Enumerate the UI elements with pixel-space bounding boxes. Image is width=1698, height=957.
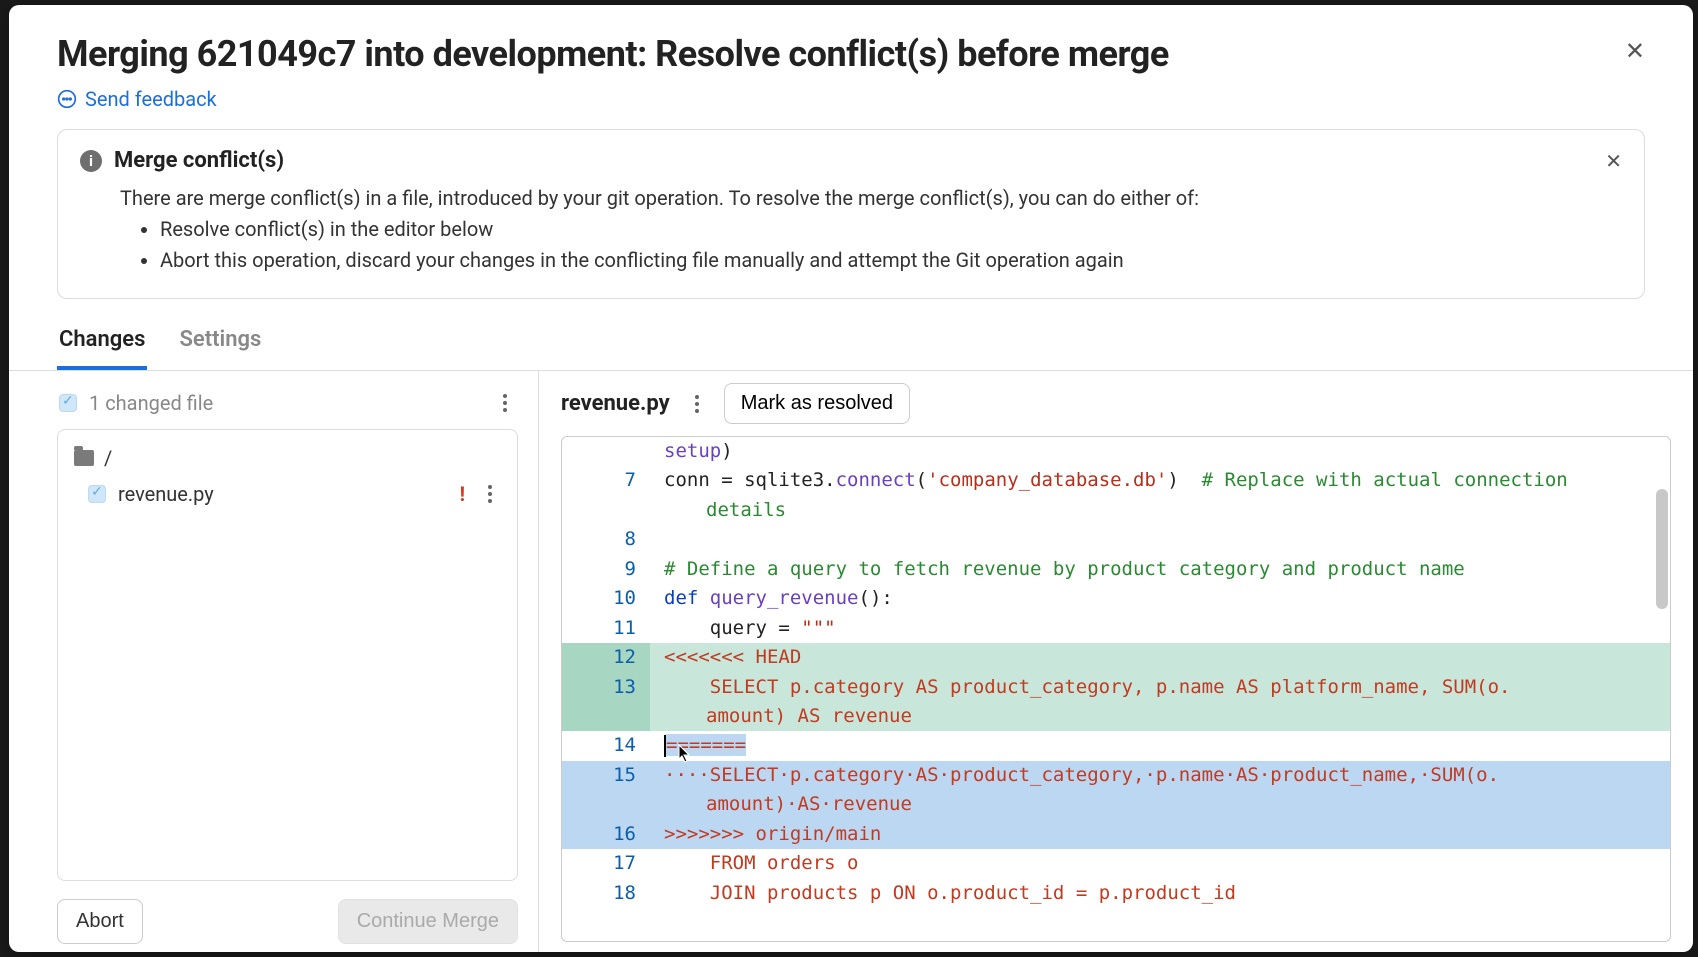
- info-bullet: Abort this operation, discard your chang…: [160, 245, 1622, 276]
- code-content[interactable]: =======: [650, 731, 1670, 760]
- code-content[interactable]: def query_revenue():: [650, 584, 1670, 613]
- line-number: 18: [562, 879, 650, 908]
- editor-menu-icon[interactable]: [686, 395, 708, 413]
- code-line[interactable]: 9# Define a query to fetch revenue by pr…: [562, 555, 1670, 584]
- editor-panel: revenue.py Mark as resolved setup)7conn …: [539, 371, 1693, 952]
- code-content[interactable]: query = """: [650, 614, 1670, 643]
- abort-button[interactable]: Abort: [57, 899, 143, 944]
- line-number: 14: [562, 731, 650, 760]
- code-content[interactable]: FROM orders o: [650, 849, 1670, 878]
- code-line[interactable]: 13 SELECT p.category AS product_category…: [562, 673, 1670, 732]
- code-line[interactable]: 17 FROM orders o: [562, 849, 1670, 878]
- tabs: Changes Settings: [9, 317, 1693, 371]
- feedback-icon: [57, 89, 77, 109]
- scrollbar[interactable]: [1656, 489, 1668, 609]
- code-line[interactable]: 18 JOIN products p ON o.product_id = p.p…: [562, 879, 1670, 908]
- select-all-checkbox[interactable]: [59, 394, 77, 412]
- mark-resolved-button[interactable]: Mark as resolved: [724, 383, 910, 424]
- code-line[interactable]: 14=======: [562, 731, 1670, 760]
- modal-title: Merging 621049c7 into development: Resol…: [57, 33, 1169, 75]
- code-content[interactable]: ····SELECT·p.category·AS·product_categor…: [650, 761, 1670, 820]
- modal-header: Merging 621049c7 into development: Resol…: [9, 5, 1693, 75]
- file-list-menu-icon[interactable]: [494, 394, 516, 412]
- file-label: revenue.py: [118, 482, 214, 506]
- file-menu-icon[interactable]: [479, 485, 501, 503]
- code-line[interactable]: 15····SELECT·p.category·AS·product_categ…: [562, 761, 1670, 820]
- line-number: 7: [562, 466, 650, 525]
- close-icon[interactable]: ✕: [1617, 33, 1653, 69]
- code-content[interactable]: SELECT p.category AS product_category, p…: [650, 673, 1670, 732]
- continue-merge-button[interactable]: Continue Merge: [338, 899, 518, 944]
- line-number: 16: [562, 820, 650, 849]
- code-content[interactable]: JOIN products p ON o.product_id = p.prod…: [650, 879, 1670, 908]
- line-number: 15: [562, 761, 650, 820]
- conflict-info-panel: i Merge conflict(s) ✕ There are merge co…: [57, 129, 1645, 299]
- code-line[interactable]: setup): [562, 437, 1670, 466]
- code-line[interactable]: 16>>>>>>> origin/main: [562, 820, 1670, 849]
- workspace: 1 changed file / revenue.py !: [9, 371, 1693, 952]
- feedback-row: Send feedback: [9, 75, 1693, 129]
- file-tree: / revenue.py !: [57, 429, 518, 881]
- file-list-panel: 1 changed file / revenue.py !: [9, 371, 539, 952]
- line-number: 11: [562, 614, 650, 643]
- tab-changes[interactable]: Changes: [57, 317, 147, 370]
- line-number: 9: [562, 555, 650, 584]
- editor-file-name: revenue.py: [561, 391, 670, 416]
- file-checkbox[interactable]: [88, 485, 106, 503]
- code-editor[interactable]: setup)7conn = sqlite3.connect('company_d…: [561, 436, 1671, 942]
- folder-icon: [74, 450, 94, 466]
- tab-settings[interactable]: Settings: [177, 317, 263, 370]
- merge-conflict-modal: Merging 621049c7 into development: Resol…: [9, 5, 1693, 952]
- line-number: 10: [562, 584, 650, 613]
- send-feedback-link[interactable]: Send feedback: [85, 87, 217, 111]
- code-content[interactable]: setup): [650, 437, 1670, 466]
- conflict-indicator-icon: !: [460, 482, 465, 506]
- line-number: 12: [562, 643, 650, 672]
- code-line[interactable]: 8: [562, 525, 1670, 554]
- code-content[interactable]: <<<<<<< HEAD: [650, 643, 1670, 672]
- line-number: 8: [562, 525, 650, 554]
- line-number: 17: [562, 849, 650, 878]
- folder-row[interactable]: /: [70, 440, 505, 476]
- code-content[interactable]: # Define a query to fetch revenue by pro…: [650, 555, 1670, 584]
- code-line[interactable]: 12<<<<<<< HEAD: [562, 643, 1670, 672]
- line-number: [562, 437, 650, 466]
- file-row[interactable]: revenue.py !: [70, 476, 505, 512]
- code-content[interactable]: [650, 525, 1670, 554]
- code-content[interactable]: conn = sqlite3.connect('company_database…: [650, 466, 1670, 525]
- info-icon: i: [80, 150, 102, 172]
- code-line[interactable]: 11 query = """: [562, 614, 1670, 643]
- folder-label: /: [104, 446, 112, 470]
- code-line[interactable]: 7conn = sqlite3.connect('company_databas…: [562, 466, 1670, 525]
- info-close-icon[interactable]: ✕: [1605, 149, 1622, 173]
- changed-file-count: 1 changed file: [89, 391, 213, 415]
- code-content[interactable]: >>>>>>> origin/main: [650, 820, 1670, 849]
- code-line[interactable]: 10def query_revenue():: [562, 584, 1670, 613]
- info-bullet: Resolve conflict(s) in the editor below: [160, 214, 1622, 245]
- info-title: Merge conflict(s): [114, 148, 284, 173]
- line-number: 13: [562, 673, 650, 732]
- info-intro: There are merge conflict(s) in a file, i…: [120, 183, 1622, 214]
